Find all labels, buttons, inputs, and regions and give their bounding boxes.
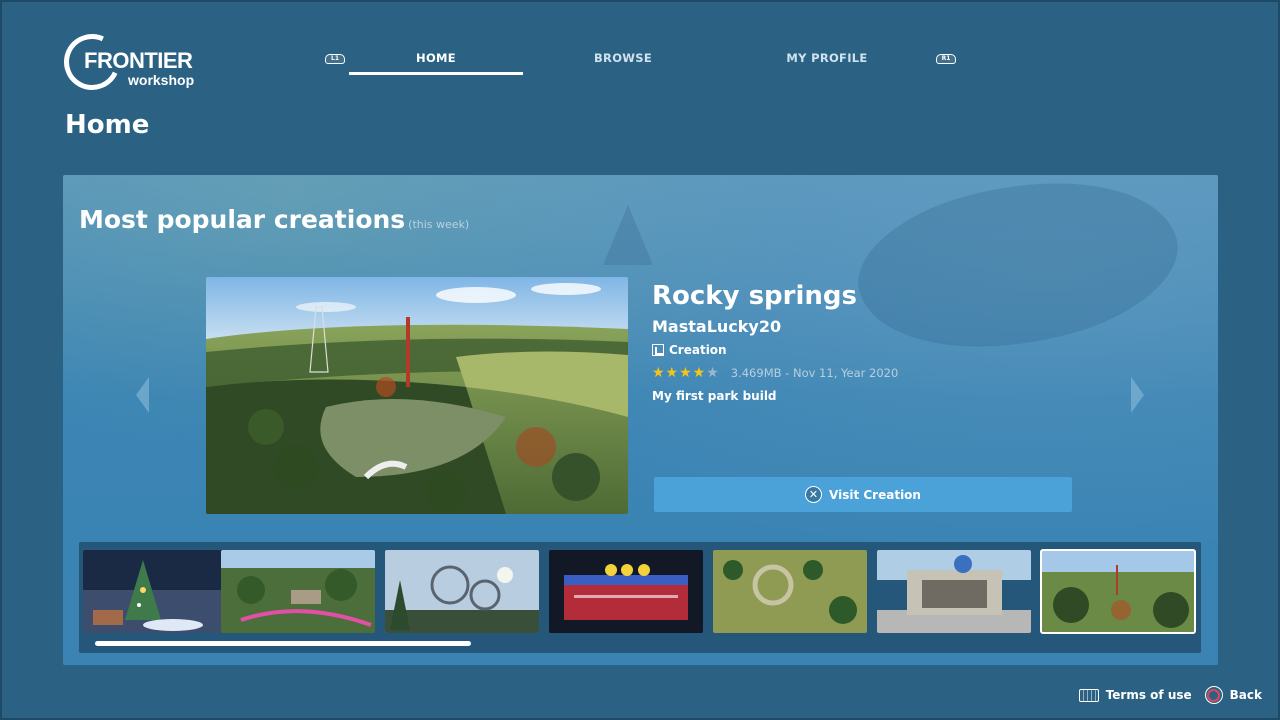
thumbnail-christmas-tree[interactable]	[83, 550, 237, 633]
l1-bumper-icon[interactable]: L1	[325, 54, 345, 64]
creation-type-icon	[652, 344, 664, 356]
star-rating: ★★★★★	[652, 365, 720, 381]
previous-arrow-icon[interactable]	[136, 377, 149, 413]
next-arrow-icon[interactable]	[1131, 377, 1144, 413]
touchpad-icon	[1078, 688, 1099, 702]
thumbnail-pink-coaster[interactable]	[221, 550, 375, 633]
frontier-workshop-logo: FRONTIER workshop	[56, 26, 204, 98]
logo-brand-text: FRONTIER	[84, 48, 193, 73]
tab-browse[interactable]: BROWSE	[536, 51, 710, 65]
thumbnail-strip	[79, 542, 1201, 653]
visit-creation-label: Visit Creation	[829, 487, 921, 502]
thumbnail-jungle-ruins[interactable]	[713, 550, 867, 633]
creation-title: Rocky springs	[652, 281, 858, 311]
visit-creation-button[interactable]: ✕ Visit Creation	[654, 477, 1072, 512]
circle-button-icon	[1204, 686, 1223, 704]
thumbnail-scrollbar-thumb[interactable]	[95, 641, 471, 646]
back-button[interactable]: Back	[1230, 688, 1262, 702]
half-star-icon: ★	[706, 365, 720, 381]
rating-row: ★★★★★ 3.469MB - Nov 11, Year 2020	[652, 365, 1092, 381]
thumbnail-rocky-springs[interactable]	[1040, 549, 1196, 634]
section-note: (this week)	[408, 218, 470, 231]
creation-description: My first park build	[652, 389, 777, 403]
page-title: Home	[65, 110, 150, 140]
section-title: Most popular creations (this week)	[79, 205, 469, 234]
top-navigation: L1 HOME BROWSE MY PROFILE R1	[322, 48, 962, 78]
active-tab-underline	[349, 72, 523, 75]
footer-controls: Terms of use Back	[1078, 686, 1262, 704]
creation-type-label: Creation	[669, 343, 727, 357]
creation-author[interactable]: MastaLucky20	[652, 317, 1092, 336]
featured-creation-info: Rocky springs MastaLucky20 Creation ★★★★…	[652, 281, 1092, 403]
cross-button-icon: ✕	[805, 486, 823, 503]
popular-creations-panel: Most popular creations (this week) Rocky…	[63, 175, 1218, 665]
tab-home[interactable]: HOME	[349, 51, 523, 65]
terms-of-use-link[interactable]: Terms of use	[1106, 688, 1192, 702]
logo-sub-text: workshop	[128, 72, 195, 88]
thumbnail-neon-stage[interactable]	[549, 550, 703, 633]
section-title-text: Most popular creations	[79, 205, 406, 234]
featured-creation-image[interactable]	[206, 277, 628, 514]
thumbnail-planet-coaster-entrance[interactable]	[877, 550, 1031, 633]
thumbnail-scrollbar[interactable]	[95, 641, 1185, 646]
creation-meta: 3.469MB - Nov 11, Year 2020	[730, 366, 899, 380]
tab-my-profile[interactable]: MY PROFILE	[740, 51, 914, 65]
creation-type: Creation	[652, 343, 1092, 357]
r1-bumper-icon[interactable]: R1	[936, 54, 956, 64]
thumbnail-loop-coaster[interactable]	[385, 550, 539, 633]
